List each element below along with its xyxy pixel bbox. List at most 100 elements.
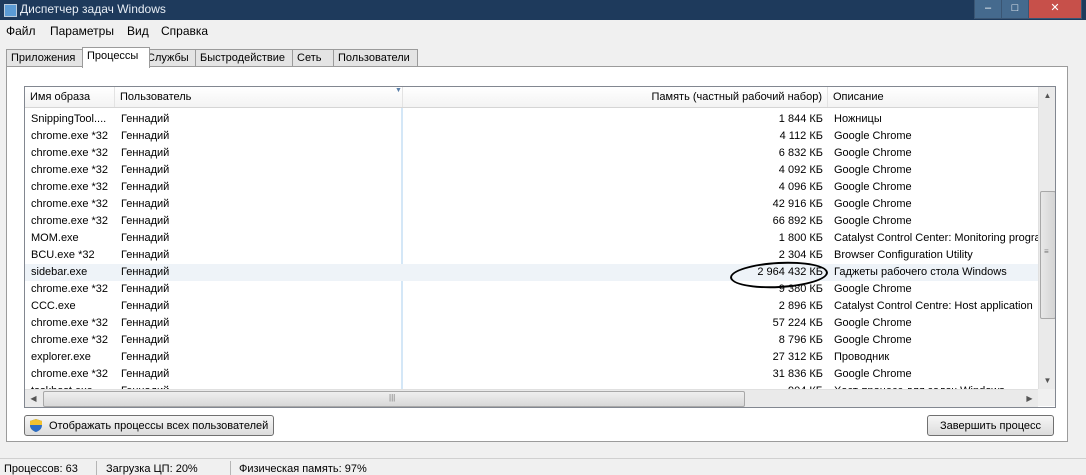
close-button[interactable]: ✕ <box>1028 0 1082 19</box>
process-user: Геннадий <box>121 249 170 261</box>
process-name: chrome.exe *32 <box>31 130 109 142</box>
menu-bar: Файл Параметры Вид Справка <box>0 20 1086 42</box>
process-name: sidebar.exe <box>31 266 88 278</box>
process-user: Геннадий <box>121 164 170 176</box>
process-description: Google Chrome <box>834 198 912 210</box>
maximize-button[interactable]: □ <box>1001 0 1029 19</box>
process-description: Гаджеты рабочего стола Windows <box>834 266 1007 278</box>
process-row[interactable]: BCU.exe *32 Геннадий 2 304 КБ Browser Confi… <box>25 247 1038 264</box>
process-name: explorer.exe <box>31 351 91 363</box>
menu-view[interactable]: Вид <box>127 24 149 38</box>
process-name: chrome.exe *32 <box>31 164 109 176</box>
process-name: BCU.exe *32 <box>31 249 95 261</box>
process-user: Геннадий <box>121 300 170 312</box>
process-row[interactable]: SnippingTool.... Геннадий 1 844 КБ Ножницы <box>25 111 1038 128</box>
process-memory: 42 916 КБ <box>772 198 823 210</box>
header-user[interactable]: Пользователь <box>115 87 403 107</box>
process-row[interactable]: chrome.exe *32 Геннадий 8 796 КБ Google Chr… <box>25 332 1038 349</box>
process-user: Геннадий <box>121 283 170 295</box>
process-memory: 27 312 КБ <box>772 351 823 363</box>
horizontal-scroll-thumb[interactable]: ||| <box>43 391 745 407</box>
tab-users[interactable]: Пользователи <box>333 49 418 67</box>
menu-help[interactable]: Справка <box>161 24 208 38</box>
process-row[interactable]: explorer.exe Геннадий 27 312 КБ Проводник <box>25 349 1038 366</box>
minimize-button[interactable]: – <box>974 0 1002 19</box>
sort-arrow-icon: ▼ <box>395 87 402 94</box>
process-name: SnippingTool.... <box>31 113 107 125</box>
process-user: Геннадий <box>121 317 170 329</box>
process-row[interactable]: chrome.exe *32 Геннадий 4 112 КБ Google Chr… <box>25 128 1038 145</box>
process-memory: 4 112 КБ <box>779 130 823 142</box>
process-name: chrome.exe *32 <box>31 317 109 329</box>
process-memory: 4 096 КБ <box>778 181 823 193</box>
process-row[interactable]: chrome.exe *32 Геннадий 4 092 КБ Google Chr… <box>25 162 1038 179</box>
tab-processes[interactable]: Процессы <box>82 47 150 68</box>
process-memory: 2 896 КБ <box>778 300 823 312</box>
status-divider <box>96 461 97 475</box>
process-row[interactable]: chrome.exe *32 Геннадий 9 380 КБ Google Chr… <box>25 281 1038 298</box>
grip-icon: ≡ <box>1044 247 1049 256</box>
menu-options[interactable]: Параметры <box>50 24 114 38</box>
scroll-left-icon[interactable]: ◀ <box>25 390 42 407</box>
end-process-button[interactable]: Завершить процесс <box>927 415 1054 436</box>
header-description[interactable]: Описание <box>828 87 1038 107</box>
tab-services[interactable]: Службы <box>142 49 200 67</box>
tab-performance[interactable]: Быстродействие <box>195 49 293 67</box>
vertical-scrollbar[interactable]: ▲ ≡ ▼ <box>1038 87 1055 389</box>
process-row[interactable]: CCC.exe Геннадий 2 896 КБ Catalyst Control … <box>25 298 1038 315</box>
column-header: Имя образа Пользователь ▼ Память (частны… <box>25 87 1038 108</box>
process-row[interactable]: chrome.exe *32 Геннадий 4 096 КБ Google Chr… <box>25 179 1038 196</box>
process-memory: 1 844 КБ <box>778 113 823 125</box>
process-user: Геннадий <box>121 334 170 346</box>
header-image-name[interactable]: Имя образа <box>25 87 115 107</box>
process-row[interactable]: chrome.exe *32 Геннадий 42 916 КБ Google Ch… <box>25 196 1038 213</box>
process-memory: 57 224 КБ <box>772 317 823 329</box>
process-row[interactable]: chrome.exe *32 Геннадий 66 892 КБ Google Ch… <box>25 213 1038 230</box>
process-description: Проводник <box>834 351 890 363</box>
uac-shield-icon <box>30 419 42 432</box>
vertical-scroll-thumb[interactable]: ≡ <box>1040 191 1055 319</box>
process-row[interactable]: MOM.exe Геннадий 1 800 КБ Catalyst Control … <box>25 230 1038 247</box>
horizontal-scrollbar[interactable]: ◀ ||| ▶ <box>25 389 1038 407</box>
process-row[interactable]: chrome.exe *32 Геннадий 57 224 КБ Google Ch… <box>25 315 1038 332</box>
process-description: Google Chrome <box>834 368 912 380</box>
process-user: Геннадий <box>121 232 170 244</box>
tab-applications[interactable]: Приложения <box>6 49 84 67</box>
process-user: Геннадий <box>121 215 170 227</box>
process-row[interactable]: sidebar.exe Геннадий 2 964 432 КБ Гаджеты р… <box>25 264 1038 281</box>
header-memory[interactable]: Память (частный рабочий набор) <box>403 87 828 107</box>
process-description: Catalyst Control Centre: Host applicatio… <box>834 300 1033 312</box>
process-memory: 31 836 КБ <box>772 368 823 380</box>
process-name: chrome.exe *32 <box>31 181 109 193</box>
process-row[interactable]: chrome.exe *32 Геннадий 31 836 КБ Google Ch… <box>25 366 1038 383</box>
process-row[interactable]: chrome.exe *32 Геннадий 6 832 КБ Google Chr… <box>25 145 1038 162</box>
status-bar: Процессов: 63 Загрузка ЦП: 20% Физическа… <box>0 458 1086 475</box>
task-manager-icon <box>4 4 17 17</box>
scroll-down-icon[interactable]: ▼ <box>1039 372 1055 389</box>
process-user: Геннадий <box>121 266 170 278</box>
process-description: Ножницы <box>834 113 882 125</box>
status-cpu: Загрузка ЦП: 20% <box>106 463 198 475</box>
show-all-processes-button[interactable]: Отображать процессы всех пользователей <box>24 415 274 436</box>
process-user: Геннадий <box>121 147 170 159</box>
title-bar: Диспетчер задач Windows – □ ✕ <box>0 0 1086 20</box>
process-name: chrome.exe *32 <box>31 334 109 346</box>
process-description: Google Chrome <box>834 334 912 346</box>
status-processes: Процессов: 63 <box>4 463 78 475</box>
process-name: CCC.exe <box>31 300 76 312</box>
process-list[interactable]: Имя образа Пользователь ▼ Память (частны… <box>24 86 1056 408</box>
scroll-right-icon[interactable]: ▶ <box>1021 390 1038 407</box>
status-divider <box>230 461 231 475</box>
process-description: Google Chrome <box>834 215 912 227</box>
tab-network[interactable]: Сеть <box>292 49 334 67</box>
process-name: chrome.exe *32 <box>31 368 109 380</box>
process-user: Геннадий <box>121 181 170 193</box>
status-memory: Физическая память: 97% <box>239 463 367 475</box>
process-description: Google Chrome <box>834 130 912 142</box>
scroll-corner <box>1038 389 1055 406</box>
scroll-up-icon[interactable]: ▲ <box>1039 87 1055 104</box>
menu-file[interactable]: Файл <box>6 24 36 38</box>
window-title: Диспетчер задач Windows <box>20 2 166 16</box>
process-user: Геннадий <box>121 130 170 142</box>
process-user: Геннадий <box>121 113 170 125</box>
